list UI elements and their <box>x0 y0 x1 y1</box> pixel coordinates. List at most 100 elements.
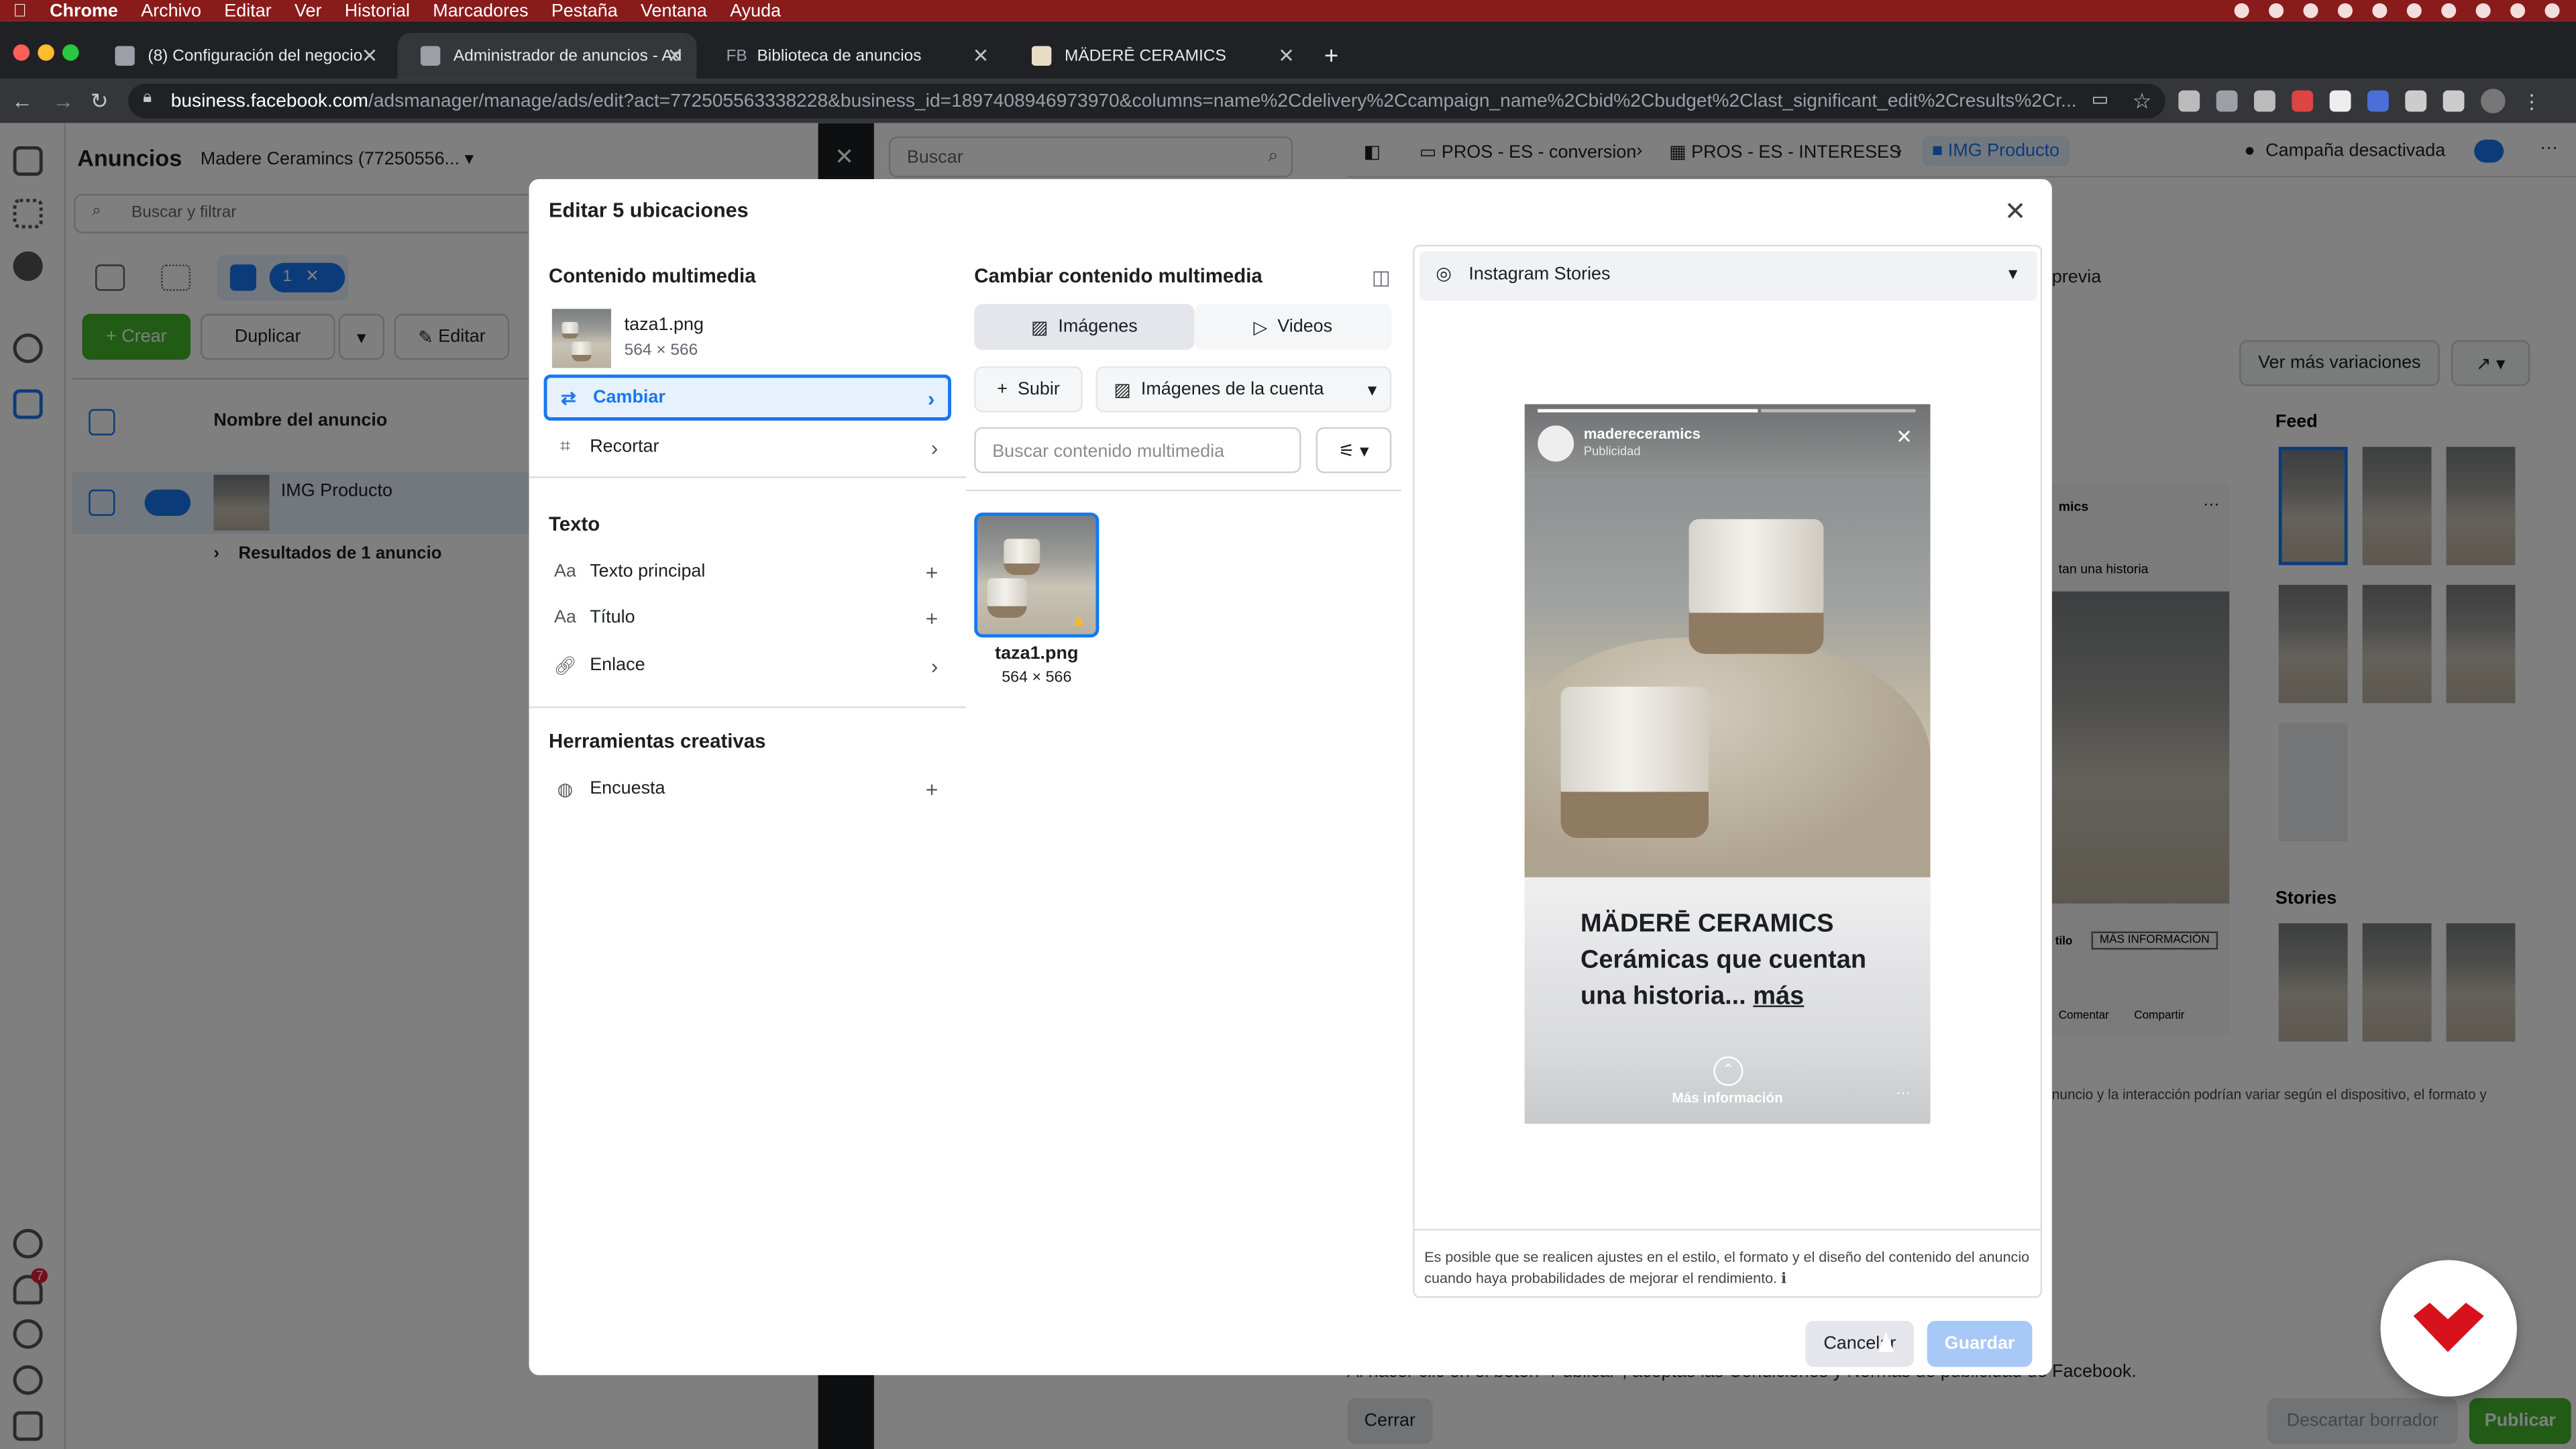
tray-icon[interactable] <box>2406 3 2422 18</box>
primary-text-row[interactable]: Aa Texto principal + <box>549 549 951 595</box>
swap-icon: ⇄ <box>561 388 576 409</box>
plus-icon[interactable]: + <box>926 776 938 801</box>
primary-text-label: Texto principal <box>590 561 706 582</box>
cancel-button[interactable]: Cancelar <box>1805 1320 1915 1367</box>
close-tab-icon[interactable]: ✕ <box>1278 44 1295 67</box>
crop-button[interactable]: ⌗ Recortar › <box>549 424 951 470</box>
more-options-icon[interactable]: ··· <box>1896 1084 1911 1100</box>
profile-avatar[interactable] <box>2480 89 2506 113</box>
chevron-down-icon: ▾ <box>1367 381 1377 401</box>
info-icon[interactable]: ℹ <box>1781 1269 1786 1285</box>
tray-icon[interactable] <box>2269 3 2284 18</box>
link-row[interactable]: 🔗︎ Enlace › <box>549 643 951 689</box>
placement-dropdown[interactable]: ◎ Instagram Stories ▾ <box>1419 251 2037 301</box>
menu-item-ayuda[interactable]: Ayuda <box>730 1 781 20</box>
menu-item-ventana[interactable]: Ventana <box>641 1 707 20</box>
menu-item-historial[interactable]: Historial <box>345 1 410 20</box>
puzzle-icon[interactable] <box>2405 90 2427 112</box>
tray-icon[interactable] <box>2372 3 2387 18</box>
tray-icon[interactable] <box>2303 3 2318 18</box>
upload-button[interactable]: + Subir <box>974 366 1083 413</box>
media-file-dims: 564 × 566 <box>624 341 698 360</box>
creative-tools-title: Herramientas creativas <box>548 729 766 753</box>
chrome-menu-icon[interactable]: ⋮ <box>2522 91 2541 113</box>
avatar <box>1538 425 1574 462</box>
control-center-icon[interactable] <box>2510 3 2526 18</box>
extensions-bar: ⋮ <box>2178 89 2542 113</box>
browser-tab-active[interactable]: Administrador de anuncios - Ad ✕ <box>397 32 697 79</box>
grid-item-dims: 564 × 566 <box>1002 668 1072 687</box>
apple-menu-icon[interactable]:  <box>13 1 27 20</box>
floating-logo[interactable] <box>2380 1260 2517 1397</box>
bookmark-star-icon[interactable]: ☆ <box>2133 89 2152 115</box>
change-media-button[interactable]: ⇄ Cambiar › <box>543 374 951 421</box>
browser-tab[interactable]: MÄDERĒ CERAMICS ✕ <box>1009 33 1308 79</box>
see-more-link[interactable]: más <box>1753 983 1804 1011</box>
text-icon: Aa <box>553 608 576 628</box>
media-grid-item[interactable]: ▲ <box>974 513 1099 638</box>
headline-row[interactable]: Aa Título + <box>549 595 951 641</box>
plus-icon[interactable]: + <box>926 559 938 584</box>
story-username: madereceramics <box>1583 425 1701 442</box>
new-tab-button[interactable]: + <box>1314 33 1354 79</box>
menu-item-archivo[interactable]: Archivo <box>141 1 201 20</box>
tray-icon[interactable] <box>2337 3 2353 18</box>
story-caption: MÄDERĒ CERAMICS Cerámicas que cuentan un… <box>1580 907 1917 1016</box>
extension-icon[interactable] <box>2367 90 2389 112</box>
story-progress-track <box>1761 409 1916 413</box>
tab-images-label: Imágenes <box>1058 317 1138 337</box>
account-images-dropdown[interactable]: ▨ Imágenes de la cuenta ▾ <box>1095 366 1392 413</box>
menu-item-pestana[interactable]: Pestaña <box>551 1 618 20</box>
close-icon[interactable]: ✕ <box>2004 195 2027 228</box>
close-icon[interactable]: ✕ <box>1896 425 1913 448</box>
browser-tab[interactable]: FB Biblioteca de anuncios ✕ <box>703 33 1002 79</box>
save-button[interactable]: Guardar <box>1927 1320 2033 1367</box>
poll-icon: ◍ <box>557 780 574 800</box>
menu-item-ver[interactable]: Ver <box>294 1 321 20</box>
cast-icon[interactable]: ▭ <box>2092 89 2108 110</box>
extension-icon[interactable] <box>2254 90 2275 112</box>
reload-icon[interactable]: ↻ <box>91 89 109 115</box>
text-icon: Aa <box>553 561 576 582</box>
zoom-window-button[interactable] <box>62 44 79 61</box>
menu-app-name[interactable]: Chrome <box>50 1 118 20</box>
chevron-up-icon[interactable]: ⌃ <box>1713 1056 1743 1086</box>
close-tab-icon[interactable]: ✕ <box>973 44 989 67</box>
extension-icon[interactable] <box>2292 90 2314 112</box>
url-path: /adsmanager/manage/ads/edit?act=77250556… <box>368 91 2077 111</box>
browser-tab[interactable]: (8) Configuración del negocio ✕ <box>92 33 391 79</box>
divider <box>529 706 967 708</box>
extension-icon[interactable] <box>2178 90 2200 112</box>
status-tray <box>2234 0 2560 21</box>
extension-icon[interactable] <box>2216 90 2238 112</box>
plus-icon[interactable]: + <box>926 605 938 630</box>
minimize-window-button[interactable] <box>38 44 54 61</box>
filter-button[interactable]: ⚟ ▾ <box>1316 427 1392 474</box>
search-icon[interactable] <box>2475 3 2491 18</box>
reading-list-icon[interactable] <box>2443 90 2465 112</box>
forward-icon[interactable]: → <box>52 89 74 113</box>
tab-images[interactable]: ▨ Imágenes <box>974 304 1195 350</box>
menu-item-editar[interactable]: Editar <box>224 1 271 20</box>
story-progress-bar <box>1538 409 1758 413</box>
address-bar[interactable]: 🔒︎ business.facebook.com/adsmanager/mana… <box>128 83 2165 119</box>
siri-icon[interactable] <box>2544 3 2560 18</box>
back-icon[interactable]: ← <box>11 89 33 113</box>
media-section-title: Contenido multimedia <box>548 264 756 288</box>
close-tab-icon[interactable]: ✕ <box>362 44 378 67</box>
search-media-input[interactable]: Buscar contenido multimedia <box>974 427 1301 474</box>
close-window-button[interactable] <box>13 44 30 61</box>
lock-icon[interactable]: 🔒︎ <box>143 89 152 107</box>
story-caption-line2: una historia... <box>1580 982 1746 1011</box>
layout-toggle-icon[interactable]: ◫ <box>1372 266 1391 289</box>
extension-icon[interactable] <box>2329 90 2351 112</box>
tab-videos[interactable]: ▷ Videos <box>1194 304 1392 350</box>
close-tab-icon[interactable]: ✕ <box>667 44 684 67</box>
tab-favicon-icon <box>115 46 135 66</box>
placement-label: Instagram Stories <box>1468 264 1611 284</box>
menu-item-marcadores[interactable]: Marcadores <box>433 1 528 20</box>
tray-icon[interactable] <box>2234 3 2249 18</box>
story-cta[interactable]: Más información <box>1525 1089 1931 1106</box>
wifi-icon[interactable] <box>2441 3 2457 18</box>
survey-row[interactable]: ◍ Encuesta + <box>549 765 951 812</box>
